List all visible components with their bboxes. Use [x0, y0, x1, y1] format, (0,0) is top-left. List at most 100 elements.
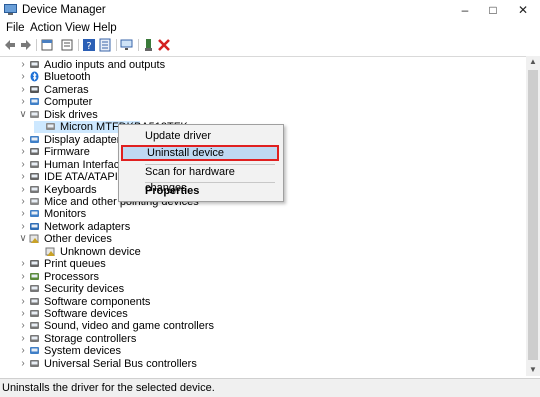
menu-action[interactable]: Action — [30, 22, 62, 34]
context-menu: Update driver Uninstall device Scan for … — [118, 124, 284, 202]
menu-item-update-driver[interactable]: Update driver — [121, 128, 279, 144]
menu-view[interactable]: View — [65, 22, 90, 34]
tree-item-label: Disk drives — [44, 108, 98, 121]
close-button[interactable]: ✕ — [508, 0, 538, 20]
chevron-down-icon[interactable]: ∨ — [18, 233, 28, 245]
usb-icon — [30, 359, 39, 367]
tree-item[interactable]: › Monitors — [18, 208, 418, 220]
chevron-right-icon[interactable]: › — [18, 84, 28, 96]
tree-item[interactable]: › System devices — [18, 345, 418, 357]
chevron-right-icon[interactable]: › — [18, 345, 28, 357]
tree-item[interactable]: › Computer — [18, 96, 418, 108]
software-component-icon — [30, 297, 39, 305]
tree-item-label: Processors — [44, 270, 100, 283]
forward-arrow-icon[interactable] — [19, 38, 33, 52]
chevron-right-icon[interactable]: › — [18, 71, 28, 83]
view-options-icon[interactable] — [98, 38, 112, 52]
menu-item-scan-hardware[interactable]: Scan for hardware changes — [121, 164, 279, 194]
tree-item[interactable]: › Software devices — [18, 308, 418, 320]
disk-icon — [30, 110, 39, 118]
sound-icon — [30, 322, 39, 330]
menu-file[interactable]: File — [6, 22, 25, 34]
tree-item[interactable]: ∨ Other devices — [18, 233, 418, 245]
chevron-right-icon[interactable]: › — [18, 134, 28, 146]
tree-item[interactable]: › Network adapters — [18, 221, 418, 233]
menu-help[interactable]: Help — [93, 22, 117, 34]
software-device-icon — [30, 310, 39, 317]
status-bar: Uninstalls the driver for the selected d… — [0, 378, 540, 397]
system-icon — [30, 347, 39, 355]
chevron-right-icon[interactable]: › — [18, 296, 28, 308]
network-icon — [30, 222, 39, 230]
keyboard-icon — [30, 185, 39, 193]
other-devices-icon — [29, 234, 39, 244]
tree-item[interactable]: › Cameras — [18, 84, 418, 96]
tree-item[interactable]: › Bluetooth — [18, 71, 418, 83]
chevron-right-icon[interactable]: › — [18, 320, 28, 332]
chevron-right-icon[interactable]: › — [18, 171, 28, 183]
tree-item-label: Software components — [44, 295, 151, 308]
chevron-right-icon[interactable]: › — [18, 196, 28, 208]
tree-item-label: Universal Serial Bus controllers — [44, 357, 197, 370]
tree-item[interactable]: › Audio inputs and outputs — [18, 59, 418, 71]
menu-item-uninstall-device[interactable]: Uninstall device — [121, 145, 279, 161]
chevron-right-icon[interactable]: › — [18, 258, 28, 270]
tree-item-label: Keyboards — [44, 183, 97, 196]
chevron-right-icon[interactable]: › — [18, 146, 28, 158]
scroll-thumb[interactable] — [528, 70, 538, 360]
security-icon — [30, 285, 39, 293]
chevron-right-icon[interactable]: › — [18, 184, 28, 196]
back-arrow-icon[interactable] — [3, 38, 17, 52]
tree-item[interactable]: › Security devices — [18, 283, 418, 295]
vertical-scrollbar[interactable]: ▲ ▼ — [526, 56, 540, 376]
device-manager-window: Device Manager – □ ✕ File Action View He… — [0, 0, 540, 397]
tree-item[interactable]: Unknown device — [34, 246, 434, 258]
maximize-button[interactable]: □ — [478, 0, 508, 20]
chevron-right-icon[interactable]: › — [18, 333, 28, 345]
chevron-right-icon[interactable]: › — [18, 283, 28, 295]
tree-item[interactable]: ∨ Disk drives — [18, 109, 418, 121]
chevron-right-icon[interactable]: › — [18, 358, 28, 370]
scroll-up-icon[interactable]: ▲ — [526, 56, 540, 68]
uninstall-x-icon[interactable] — [157, 38, 171, 52]
disk-icon — [46, 123, 55, 131]
window-title: Device Manager — [22, 4, 106, 16]
chevron-right-icon[interactable]: › — [18, 308, 28, 320]
mouse-icon — [30, 197, 39, 205]
tree-item[interactable]: › Processors — [18, 271, 418, 283]
minimize-button[interactable]: – — [450, 0, 480, 20]
tree-item[interactable]: › Software components — [18, 296, 418, 308]
speaker-icon — [30, 61, 39, 68]
tree-item[interactable]: › Storage controllers — [18, 333, 418, 345]
tree-item-label: Audio inputs and outputs — [44, 59, 166, 71]
device-manager-icon — [4, 4, 17, 15]
chevron-right-icon[interactable]: › — [18, 208, 28, 220]
tree-item-label: Security devices — [44, 283, 125, 296]
tree-item[interactable]: › Print queues — [18, 258, 418, 270]
help-icon[interactable]: ? — [82, 38, 96, 52]
camera-icon — [30, 85, 39, 93]
chevron-right-icon[interactable]: › — [18, 59, 28, 71]
chevron-right-icon[interactable]: › — [18, 96, 28, 108]
chevron-right-icon[interactable]: › — [18, 159, 28, 171]
tree-item-label: Network adapters — [44, 220, 131, 233]
scan-hardware-icon[interactable] — [120, 38, 134, 52]
chevron-right-icon[interactable]: › — [18, 271, 28, 283]
computer-icon — [30, 98, 39, 106]
storage-icon — [30, 334, 39, 342]
chevron-right-icon[interactable]: › — [18, 221, 28, 233]
tree-item[interactable]: › Universal Serial Bus controllers — [18, 358, 418, 370]
device-tree: › Audio inputs and outputs › Bluetooth › Came… — [0, 56, 526, 377]
tree-item-label: Print queues — [44, 258, 106, 271]
tree-item[interactable]: › Sound, video and game controllers — [18, 320, 418, 332]
show-hide-tree-icon[interactable] — [60, 38, 74, 52]
tree-item-label: Other devices — [44, 233, 112, 246]
toolbar: ? — [0, 37, 540, 54]
title-bar: Device Manager – □ ✕ — [0, 0, 540, 20]
tree-item-label: System devices — [44, 345, 122, 358]
add-driver-icon[interactable] — [142, 38, 156, 52]
scroll-down-icon[interactable]: ▼ — [526, 364, 540, 376]
properties-sheet-icon[interactable] — [40, 38, 54, 52]
chevron-down-icon[interactable]: ∨ — [18, 109, 28, 121]
menu-item-properties[interactable]: Properties — [121, 183, 279, 199]
